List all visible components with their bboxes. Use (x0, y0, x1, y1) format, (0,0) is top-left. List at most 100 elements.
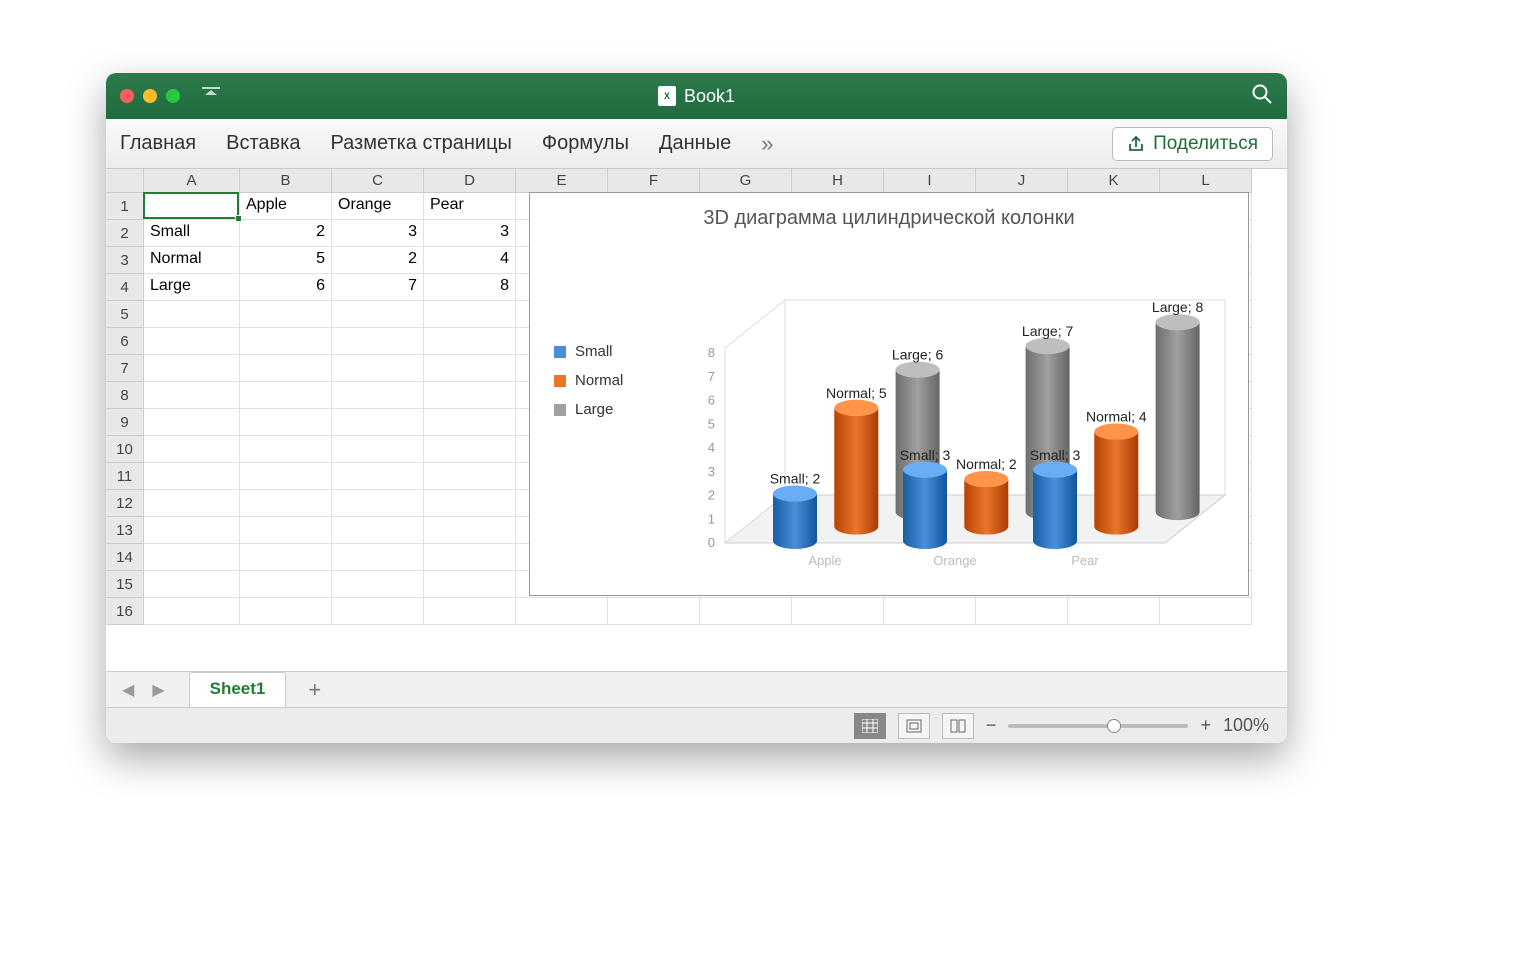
cell-A14[interactable] (144, 544, 240, 571)
view-page-layout-button[interactable] (898, 713, 930, 739)
cell-C12[interactable] (332, 490, 424, 517)
sheet-tab-active[interactable]: Sheet1 (189, 672, 287, 707)
cell-D16[interactable] (424, 598, 516, 625)
column-header-H[interactable]: H (792, 169, 884, 193)
cell-B10[interactable] (240, 436, 332, 463)
row-header-7[interactable]: 7 (106, 355, 144, 382)
cell-B7[interactable] (240, 355, 332, 382)
row-header-14[interactable]: 14 (106, 544, 144, 571)
row-header-9[interactable]: 9 (106, 409, 144, 436)
cell-A2[interactable]: Small (144, 220, 240, 247)
column-header-I[interactable]: I (884, 169, 976, 193)
row-header-2[interactable]: 2 (106, 220, 144, 247)
search-icon[interactable] (1251, 83, 1273, 110)
cell-D8[interactable] (424, 382, 516, 409)
row-header-3[interactable]: 3 (106, 247, 144, 274)
cell-C11[interactable] (332, 463, 424, 490)
cell-B13[interactable] (240, 517, 332, 544)
sheet-nav-next[interactable]: ▶ (146, 680, 170, 700)
column-header-F[interactable]: F (608, 169, 700, 193)
cell-B11[interactable] (240, 463, 332, 490)
cell-H16[interactable] (792, 598, 884, 625)
cell-B2[interactable]: 2 (240, 220, 332, 247)
row-header-16[interactable]: 16 (106, 598, 144, 625)
collapse-ribbon-icon[interactable] (202, 87, 220, 106)
cell-I16[interactable] (884, 598, 976, 625)
column-header-E[interactable]: E (516, 169, 608, 193)
cell-F16[interactable] (608, 598, 700, 625)
tab-data[interactable]: Данные (659, 132, 731, 155)
cell-C15[interactable] (332, 571, 424, 598)
cell-C7[interactable] (332, 355, 424, 382)
cell-C16[interactable] (332, 598, 424, 625)
cell-B4[interactable]: 6 (240, 274, 332, 301)
column-header-C[interactable]: C (332, 169, 424, 193)
row-header-5[interactable]: 5 (106, 301, 144, 328)
row-header-8[interactable]: 8 (106, 382, 144, 409)
tab-home[interactable]: Главная (120, 132, 196, 155)
cell-G16[interactable] (700, 598, 792, 625)
cell-C14[interactable] (332, 544, 424, 571)
sheet-nav-prev[interactable]: ◀ (116, 680, 140, 700)
share-button[interactable]: Поделиться (1112, 127, 1273, 161)
minimize-window-button[interactable] (143, 89, 157, 103)
column-header-K[interactable]: K (1068, 169, 1160, 193)
column-header-A[interactable]: A (144, 169, 240, 193)
row-header-10[interactable]: 10 (106, 436, 144, 463)
cell-C6[interactable] (332, 328, 424, 355)
cell-C10[interactable] (332, 436, 424, 463)
cell-C5[interactable] (332, 301, 424, 328)
cell-B9[interactable] (240, 409, 332, 436)
zoom-out-button[interactable]: − (986, 715, 997, 736)
cell-J16[interactable] (976, 598, 1068, 625)
cell-D6[interactable] (424, 328, 516, 355)
row-header-1[interactable]: 1 (106, 193, 144, 220)
cell-A12[interactable] (144, 490, 240, 517)
cell-D14[interactable] (424, 544, 516, 571)
view-page-break-button[interactable] (942, 713, 974, 739)
cell-A9[interactable] (144, 409, 240, 436)
maximize-window-button[interactable] (166, 89, 180, 103)
cell-E16[interactable] (516, 598, 608, 625)
view-normal-button[interactable] (854, 713, 886, 739)
cell-C2[interactable]: 3 (332, 220, 424, 247)
zoom-slider-thumb[interactable] (1107, 719, 1121, 733)
cell-A10[interactable] (144, 436, 240, 463)
cell-D7[interactable] (424, 355, 516, 382)
cell-D13[interactable] (424, 517, 516, 544)
tab-formulas[interactable]: Формулы (542, 132, 629, 155)
column-header-J[interactable]: J (976, 169, 1068, 193)
row-header-11[interactable]: 11 (106, 463, 144, 490)
cell-A8[interactable] (144, 382, 240, 409)
cell-D1[interactable]: Pear (424, 193, 516, 220)
row-header-15[interactable]: 15 (106, 571, 144, 598)
cell-B3[interactable]: 5 (240, 247, 332, 274)
worksheet-grid[interactable]: ABCDEFGHIJKL 12345678910111213141516 App… (106, 169, 1287, 671)
cell-D9[interactable] (424, 409, 516, 436)
cell-D3[interactable]: 4 (424, 247, 516, 274)
cell-B12[interactable] (240, 490, 332, 517)
cell-D4[interactable]: 8 (424, 274, 516, 301)
cell-B16[interactable] (240, 598, 332, 625)
cell-A1[interactable] (144, 193, 240, 220)
close-window-button[interactable] (120, 89, 134, 103)
cell-A13[interactable] (144, 517, 240, 544)
tab-layout[interactable]: Разметка страницы (330, 132, 511, 155)
chart-object[interactable]: 3D диаграмма цилиндрической колонки Smal… (529, 192, 1249, 596)
row-header-6[interactable]: 6 (106, 328, 144, 355)
row-header-13[interactable]: 13 (106, 517, 144, 544)
column-header-L[interactable]: L (1160, 169, 1252, 193)
cell-B6[interactable] (240, 328, 332, 355)
cell-A4[interactable]: Large (144, 274, 240, 301)
column-header-G[interactable]: G (700, 169, 792, 193)
cell-D12[interactable] (424, 490, 516, 517)
cell-C3[interactable]: 2 (332, 247, 424, 274)
cell-A3[interactable]: Normal (144, 247, 240, 274)
cell-D11[interactable] (424, 463, 516, 490)
cell-B14[interactable] (240, 544, 332, 571)
cell-C1[interactable]: Orange (332, 193, 424, 220)
row-header-4[interactable]: 4 (106, 274, 144, 301)
add-sheet-button[interactable]: + (308, 677, 321, 703)
cell-K16[interactable] (1068, 598, 1160, 625)
cell-A16[interactable] (144, 598, 240, 625)
